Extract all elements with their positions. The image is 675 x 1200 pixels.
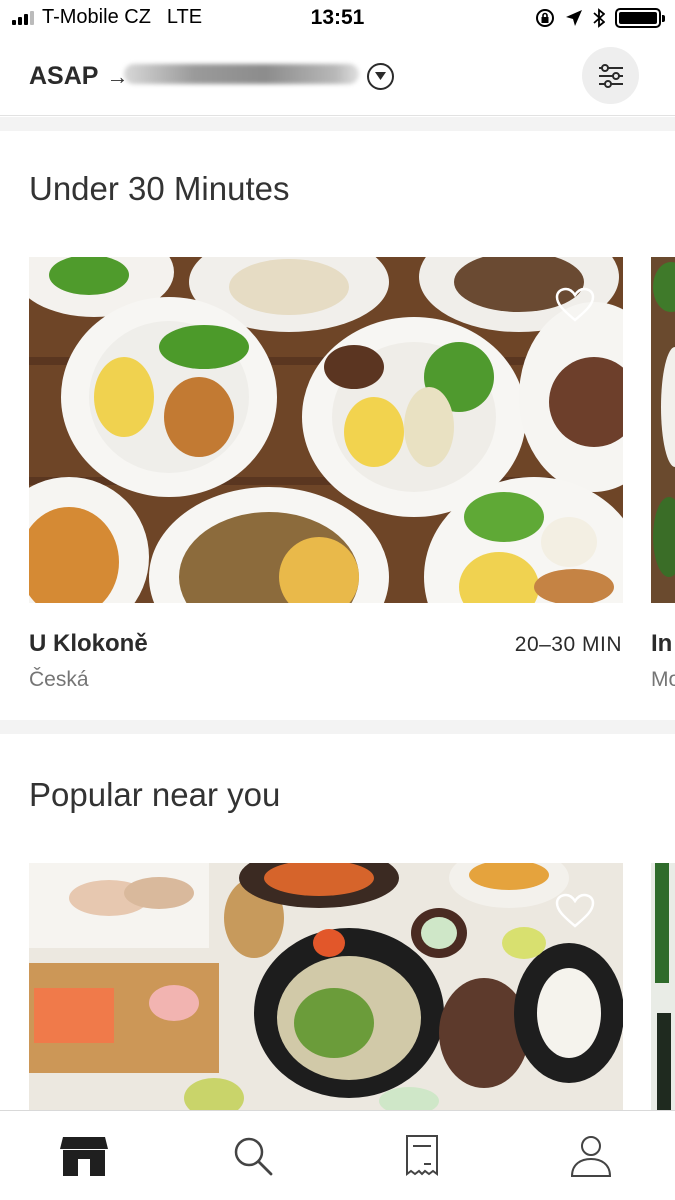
next-restaurant-image[interactable]	[651, 863, 675, 1110]
status-bar: T-Mobile CZ LTE 13:51	[0, 0, 675, 38]
section-divider	[0, 720, 675, 734]
account-person-icon	[570, 1135, 611, 1177]
delivery-time: 20–30 MIN	[514, 633, 622, 656]
next-restaurant-name[interactable]: In	[651, 630, 672, 658]
chevron-down-circle-icon[interactable]	[367, 63, 394, 90]
tab-home[interactable]	[24, 1121, 144, 1191]
header: ASAP →	[0, 38, 675, 116]
battery-icon	[615, 8, 665, 28]
bluetooth-icon	[593, 8, 605, 28]
delivery-time-selector[interactable]: ASAP →	[29, 62, 128, 91]
bottom-tab-bar	[0, 1110, 675, 1200]
filter-button[interactable]	[582, 47, 639, 104]
restaurant-name[interactable]: U Klokoně	[29, 630, 148, 658]
delivery-address-blurred[interactable]	[124, 64, 359, 84]
next-restaurant-image[interactable]	[651, 257, 675, 603]
tab-orders[interactable]	[362, 1121, 482, 1191]
restaurant-card-image[interactable]	[29, 257, 623, 603]
schedule-label: ASAP	[29, 62, 99, 90]
food-photo	[29, 257, 623, 603]
favorite-heart-icon[interactable]	[555, 893, 595, 929]
rotation-lock-icon	[536, 9, 554, 27]
food-photo	[651, 257, 675, 603]
section-title-under-30: Under 30 Minutes	[29, 170, 290, 207]
location-arrow-icon	[566, 10, 582, 26]
status-icons	[535, 8, 665, 28]
search-icon	[234, 1137, 273, 1175]
restaurant-cuisine: Česká	[29, 668, 89, 691]
tab-account[interactable]	[531, 1121, 651, 1191]
food-photo	[29, 863, 623, 1110]
home-storefront-icon	[60, 1136, 109, 1176]
orders-receipt-icon	[405, 1134, 438, 1176]
restaurant-card-image[interactable]	[29, 863, 623, 1110]
sliders-icon	[598, 63, 623, 88]
section-divider	[0, 117, 675, 131]
food-photo	[651, 863, 675, 1110]
favorite-heart-icon[interactable]	[555, 287, 595, 323]
next-restaurant-cuisine: Mo	[651, 668, 675, 691]
section-title-popular: Popular near you	[29, 776, 281, 813]
tab-search[interactable]	[193, 1121, 313, 1191]
